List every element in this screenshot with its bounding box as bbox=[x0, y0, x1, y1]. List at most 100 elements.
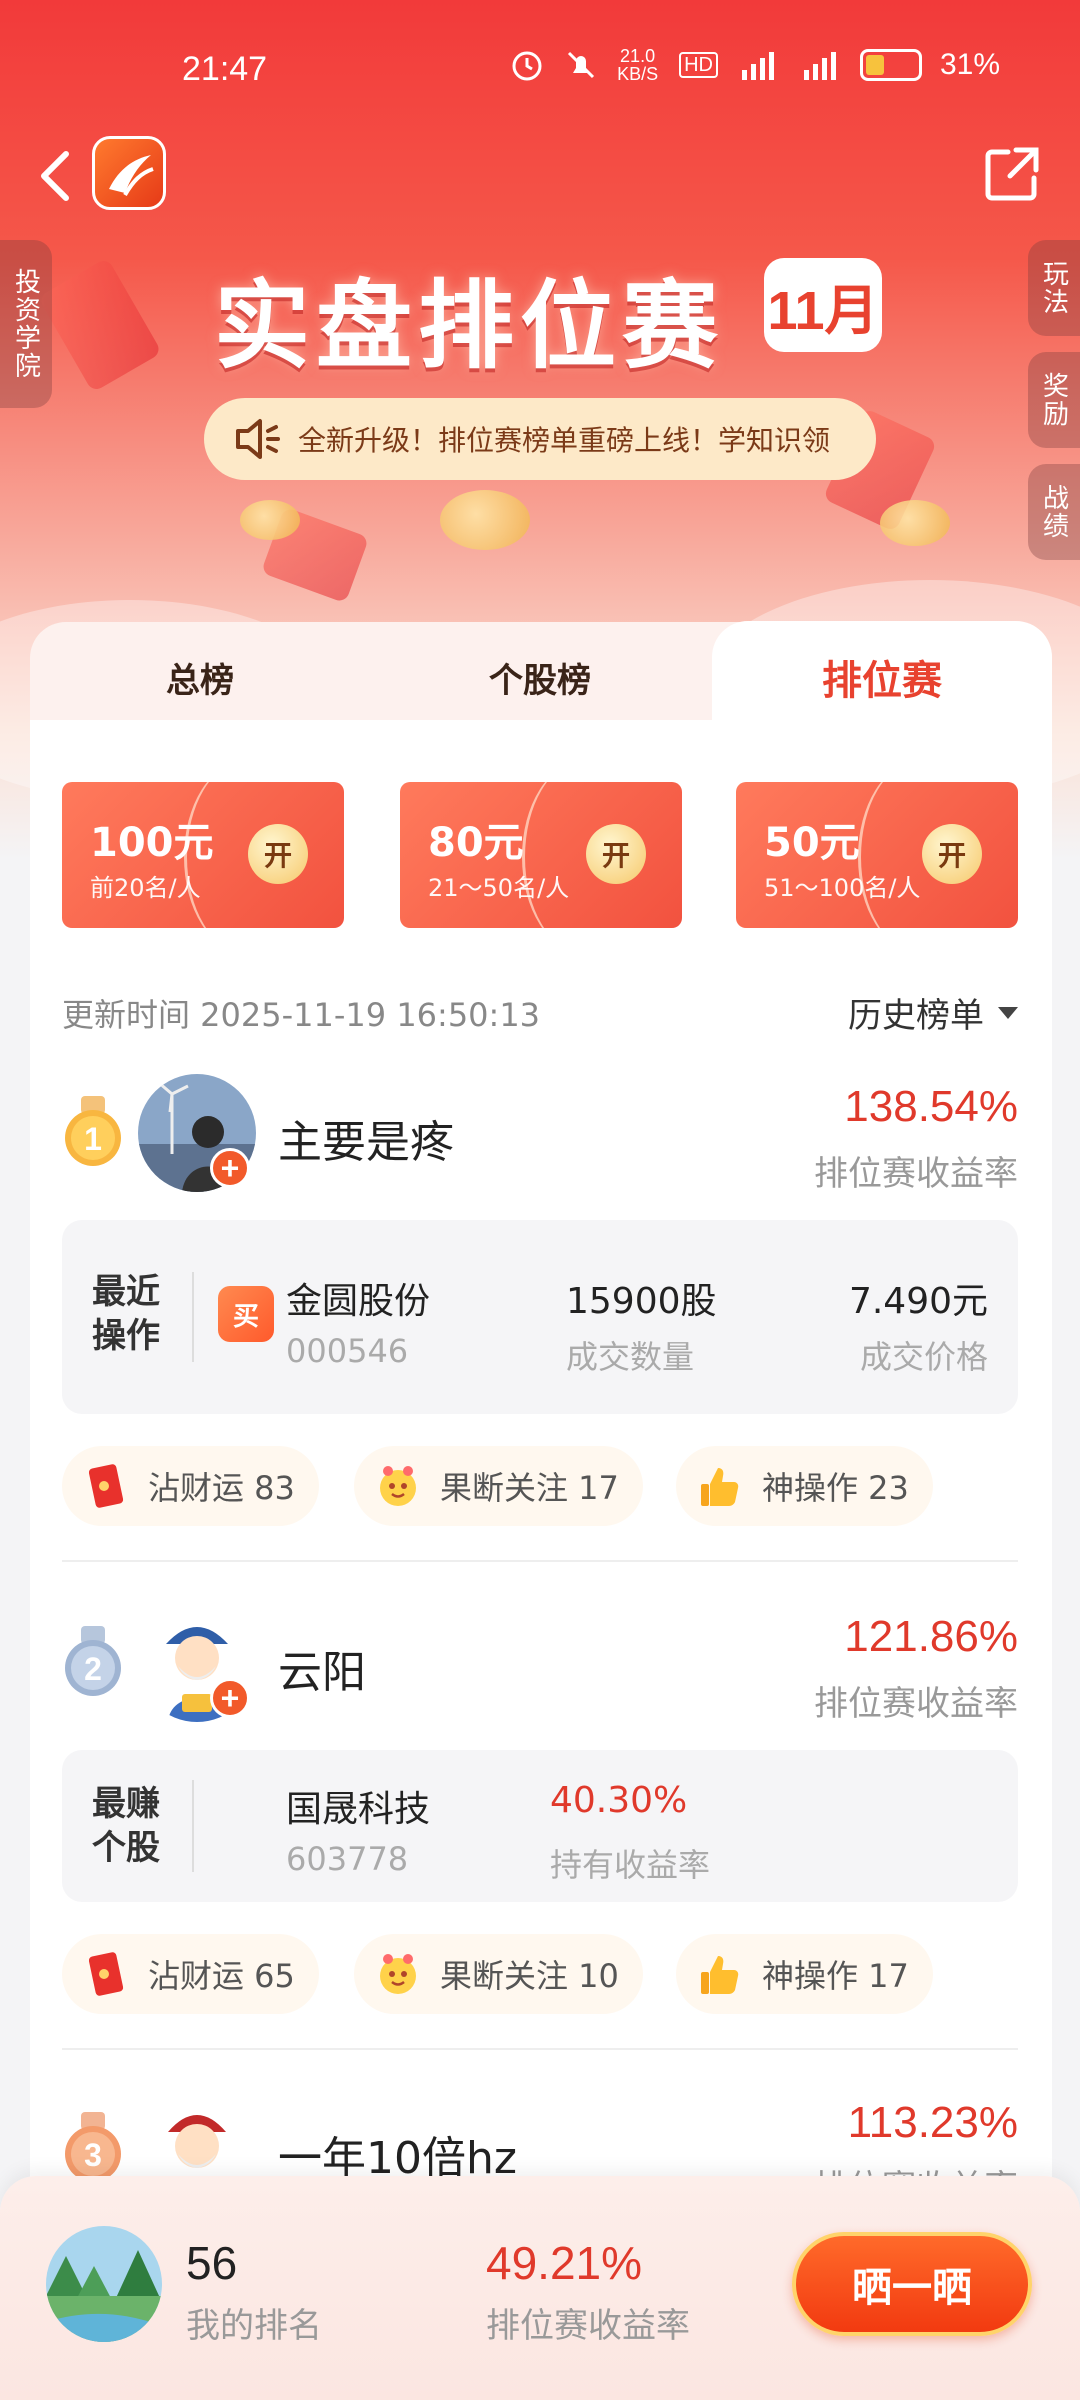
month-badge: 11月 bbox=[764, 258, 882, 352]
rank-rate: 113.23% bbox=[847, 2098, 1018, 2147]
share-result-button[interactable]: 晒一晒 bbox=[792, 2232, 1032, 2336]
side-tab-academy[interactable]: 投资学院 bbox=[0, 240, 52, 408]
medal-icon-bronze: 3 bbox=[62, 2112, 124, 2186]
medal-number: 1 bbox=[84, 1121, 102, 1157]
holding-return: 40.30% bbox=[550, 1780, 688, 1821]
divider bbox=[62, 1560, 1018, 1562]
tab-bar: 总榜 个股榜 排位赛 bbox=[30, 621, 1052, 733]
mute-icon bbox=[563, 46, 599, 84]
stock-name: 金圆股份 bbox=[286, 1281, 431, 1322]
prize-card-2[interactable]: 80元 21～50名/人 开 bbox=[400, 782, 682, 928]
share-icon[interactable] bbox=[980, 142, 1044, 206]
side-tab-rules[interactable]: 玩法 bbox=[1028, 240, 1080, 336]
operation-tag: 最近操作 bbox=[92, 1272, 160, 1356]
my-rate-label: 排位赛收益率 bbox=[486, 2306, 690, 2346]
red-envelope-icon bbox=[82, 1462, 130, 1510]
my-rank-value: 56 bbox=[186, 2237, 238, 2289]
history-dropdown[interactable]: 历史榜单 bbox=[848, 988, 1018, 1037]
best-stock-box[interactable]: 最赚个股 国晟科技 603778 40.30% 持有收益率 bbox=[62, 1750, 1018, 1902]
trade-quantity: 15900股 bbox=[566, 1281, 717, 1322]
chip-label: 果断关注 17 bbox=[440, 1469, 619, 1507]
stock-code: 000546 bbox=[286, 1332, 409, 1370]
chip-follow[interactable]: 果断关注 10 bbox=[354, 1934, 643, 2014]
chip-follow[interactable]: 果断关注 17 bbox=[354, 1446, 643, 1526]
red-envelope-icon bbox=[82, 1950, 130, 1998]
prize-card-1[interactable]: 100元 前20名/人 开 bbox=[62, 782, 344, 928]
chip-label: 沾财运 65 bbox=[148, 1957, 295, 1995]
follow-button[interactable]: + bbox=[210, 1678, 250, 1718]
trade-quantity-label: 成交数量 bbox=[566, 1338, 695, 1376]
recent-operation-box[interactable]: 最近操作 买 金圆股份 000546 15900股 成交数量 7.490元 成交… bbox=[62, 1220, 1018, 1414]
rank-rate: 121.86% bbox=[844, 1612, 1018, 1661]
chip-label: 神操作 23 bbox=[762, 1469, 909, 1507]
banner-title: 实盘排位赛 bbox=[214, 270, 724, 382]
prize-amount: 100元 bbox=[90, 820, 214, 866]
chip-label: 沾财运 83 bbox=[148, 1469, 295, 1507]
trade-price: 7.490元 bbox=[848, 1281, 988, 1322]
holding-return-label: 持有收益率 bbox=[550, 1846, 711, 1884]
prize-desc: 21～50名/人 bbox=[428, 874, 570, 902]
prize-desc: 前20名/人 bbox=[90, 874, 201, 902]
trade-price-label: 成交价格 bbox=[859, 1338, 988, 1376]
open-button[interactable]: 开 bbox=[586, 824, 646, 884]
update-time: 更新时间 2025-11-19 16:50:13 bbox=[62, 996, 541, 1034]
stock-name: 国晟科技 bbox=[286, 1789, 431, 1830]
prize-amount: 50元 bbox=[764, 820, 860, 866]
speaker-icon bbox=[234, 417, 284, 461]
thumbs-up-icon bbox=[696, 1950, 744, 1998]
app-logo-icon bbox=[92, 136, 166, 210]
dropdown-icon bbox=[998, 1006, 1018, 1019]
notice-text: 全新升级！排位赛榜单重磅上线！学知识领 bbox=[298, 424, 831, 457]
open-button[interactable]: 开 bbox=[922, 824, 982, 884]
my-rate-value: 49.21% bbox=[486, 2237, 643, 2289]
back-icon[interactable] bbox=[30, 140, 80, 210]
rank-rate-label: 排位赛收益率 bbox=[814, 1684, 1018, 1724]
tab-stock[interactable]: 个股榜 bbox=[370, 622, 710, 732]
rank-rate: 138.54% bbox=[844, 1082, 1018, 1131]
my-rank-label: 我的排名 bbox=[186, 2306, 322, 2346]
rank-rate-label: 排位赛收益率 bbox=[814, 1154, 1018, 1194]
net-speed: 21.0 KB/S bbox=[617, 46, 659, 84]
lucky-doll-icon bbox=[374, 1462, 422, 1510]
signal-icon-2 bbox=[798, 46, 842, 84]
prize-amount: 80元 bbox=[428, 820, 524, 866]
battery-icon bbox=[859, 46, 922, 84]
notice-bar[interactable]: 全新升级！排位赛榜单重磅上线！学知识领 bbox=[204, 398, 876, 480]
history-label: 历史榜单 bbox=[848, 996, 984, 1036]
user-name[interactable]: 云阳 bbox=[278, 1636, 366, 1700]
stock-code: 603778 bbox=[286, 1840, 409, 1878]
my-avatar[interactable] bbox=[46, 2226, 162, 2342]
side-tab-rewards[interactable]: 奖励 bbox=[1028, 352, 1080, 448]
medal-number: 3 bbox=[84, 2137, 102, 2173]
medal-icon-gold: 1 bbox=[62, 1096, 124, 1170]
my-rank-bar: 56 我的排名 49.21% 排位赛收益率 晒一晒 bbox=[0, 2176, 1080, 2400]
follow-button[interactable]: + bbox=[210, 1148, 250, 1188]
user-name[interactable]: 主要是疼 bbox=[278, 1106, 454, 1170]
side-tab-record[interactable]: 战绩 bbox=[1028, 464, 1080, 560]
chip-great-move[interactable]: 神操作 23 bbox=[676, 1446, 933, 1526]
buy-badge: 买 bbox=[218, 1286, 274, 1342]
status-time: 21:47 bbox=[182, 50, 268, 88]
battery-percent: 31% bbox=[939, 48, 1000, 81]
chip-fortune[interactable]: 沾财运 83 bbox=[62, 1446, 319, 1526]
hd-icon: HD bbox=[679, 52, 718, 78]
chip-label: 果断关注 10 bbox=[440, 1957, 619, 1995]
status-icons: 21.0 KB/S HD 31% bbox=[509, 46, 1000, 84]
chip-label: 神操作 17 bbox=[762, 1957, 909, 1995]
operation-tag: 最赚个股 bbox=[92, 1784, 160, 1868]
prize-desc: 51～100名/人 bbox=[764, 874, 921, 902]
medal-number: 2 bbox=[84, 1651, 102, 1687]
lucky-doll-icon bbox=[374, 1950, 422, 1998]
chip-great-move[interactable]: 神操作 17 bbox=[676, 1934, 933, 2014]
open-button[interactable]: 开 bbox=[248, 824, 308, 884]
medal-icon-silver: 2 bbox=[62, 1626, 124, 1700]
thumbs-up-icon bbox=[696, 1462, 744, 1510]
tab-overall[interactable]: 总榜 bbox=[30, 622, 370, 732]
alarm-icon bbox=[509, 46, 545, 84]
chip-fortune[interactable]: 沾财运 65 bbox=[62, 1934, 319, 2014]
signal-icon-1 bbox=[736, 46, 780, 84]
divider bbox=[62, 2048, 1018, 2050]
status-bar: 21:47 21.0 KB/S HD 31% bbox=[0, 0, 1080, 140]
prize-card-3[interactable]: 50元 51～100名/人 开 bbox=[736, 782, 1018, 928]
tab-ranking-match[interactable]: 排位赛 bbox=[712, 621, 1052, 733]
